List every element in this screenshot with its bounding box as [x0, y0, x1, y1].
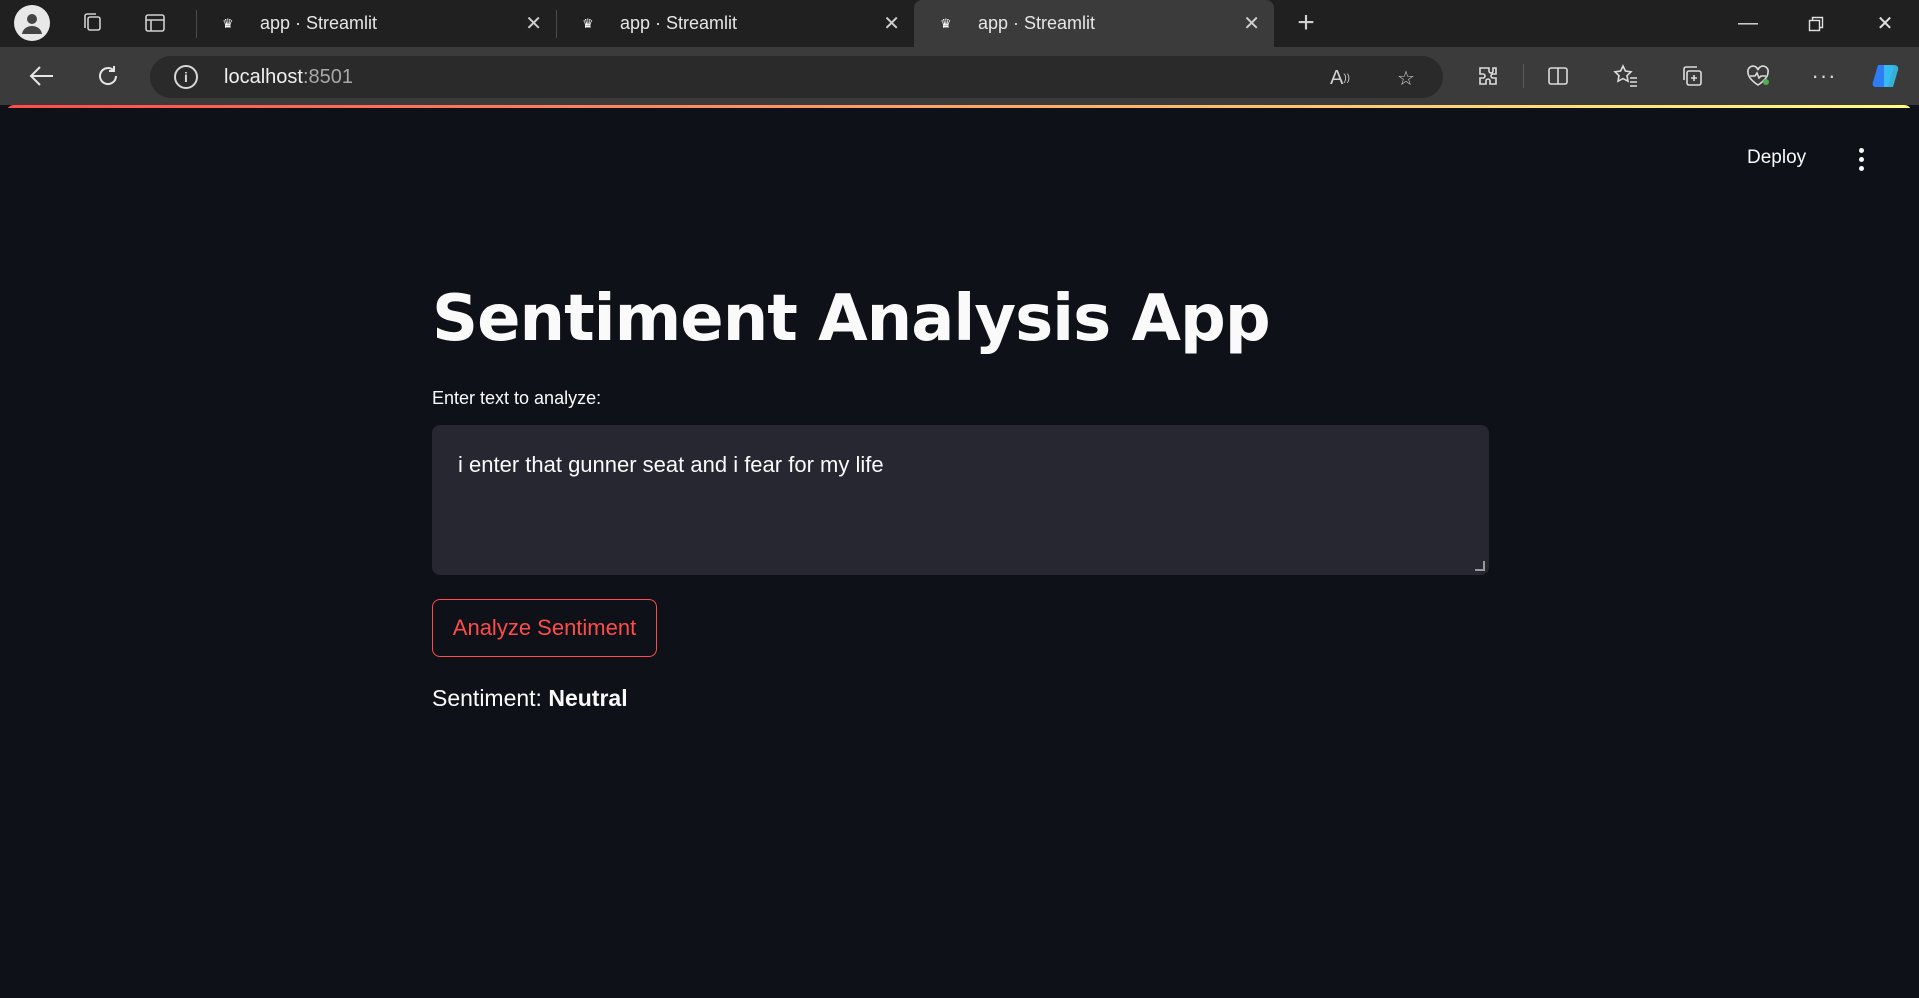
- text-input-value: i enter that gunner seat and i fear for …: [458, 452, 884, 477]
- profile-icon[interactable]: [14, 5, 50, 41]
- sentiment-result: Sentiment: Neutral: [432, 685, 628, 712]
- vertical-tabs-icon[interactable]: [137, 5, 173, 41]
- favorites-icon[interactable]: [1608, 58, 1644, 94]
- address-bar[interactable]: i localhost:8501 A)) ☆: [150, 56, 1443, 98]
- close-tab-icon[interactable]: ✕: [525, 11, 542, 36]
- minimize-icon[interactable]: —: [1714, 0, 1782, 47]
- close-tab-icon[interactable]: ✕: [883, 11, 900, 36]
- sentiment-result-value: Neutral: [548, 685, 628, 711]
- header-decoration-bar: [6, 105, 1912, 108]
- streamlit-favicon-icon: ♛: [940, 15, 952, 31]
- sentiment-result-prefix: Sentiment:: [432, 685, 549, 711]
- analyze-sentiment-button[interactable]: Analyze Sentiment: [432, 599, 657, 657]
- favorite-star-icon[interactable]: ☆: [1392, 64, 1420, 92]
- collections-icon[interactable]: [1674, 58, 1710, 94]
- resize-handle-icon[interactable]: [1475, 561, 1485, 571]
- url-text: localhost:8501: [224, 66, 353, 88]
- restore-icon[interactable]: [1782, 0, 1850, 47]
- app-viewport: Deploy Sentiment Analysis App Enter text…: [6, 105, 1912, 998]
- close-tab-icon[interactable]: ✕: [1243, 11, 1260, 36]
- text-input-area[interactable]: i enter that gunner seat and i fear for …: [432, 425, 1489, 575]
- workspaces-icon[interactable]: [74, 5, 110, 41]
- split-screen-icon[interactable]: [1540, 58, 1576, 94]
- tab-title: app · Streamlit: [260, 13, 378, 33]
- text-input-label: Enter text to analyze:: [432, 388, 602, 408]
- copilot-icon[interactable]: [1868, 58, 1904, 94]
- browser-tab-bar: ♛ app · Streamlit ✕ ♛ app · Streamlit ✕ …: [0, 0, 1919, 47]
- more-options-icon[interactable]: ···: [1806, 58, 1842, 94]
- site-info-icon[interactable]: i: [174, 65, 198, 89]
- refresh-icon[interactable]: [90, 58, 126, 94]
- deploy-button[interactable]: Deploy: [1747, 147, 1806, 169]
- main-menu-icon[interactable]: [1851, 145, 1871, 173]
- page-title: Sentiment Analysis App: [432, 282, 1271, 356]
- browser-tab-3-active[interactable]: ♛ app · Streamlit ✕: [914, 0, 1274, 47]
- streamlit-favicon-icon: ♛: [222, 15, 234, 31]
- browser-tab-2[interactable]: ♛ app · Streamlit ✕: [556, 0, 914, 47]
- tab-title: app · Streamlit: [620, 13, 738, 33]
- extensions-icon[interactable]: [1470, 58, 1506, 94]
- close-window-icon[interactable]: ✕: [1851, 0, 1919, 47]
- read-aloud-icon[interactable]: A)): [1326, 64, 1354, 92]
- browser-toolbar: i localhost:8501 A)) ☆ ···: [0, 47, 1919, 105]
- browser-essentials-icon[interactable]: [1740, 58, 1776, 94]
- new-tab-icon[interactable]: +: [1288, 5, 1324, 41]
- toolbar-separator: [1523, 64, 1524, 88]
- browser-tab-1[interactable]: ♛ app · Streamlit ✕: [196, 0, 556, 47]
- tab-title: app · Streamlit: [978, 13, 1096, 33]
- streamlit-favicon-icon: ♛: [582, 15, 594, 31]
- back-icon[interactable]: [24, 58, 60, 94]
